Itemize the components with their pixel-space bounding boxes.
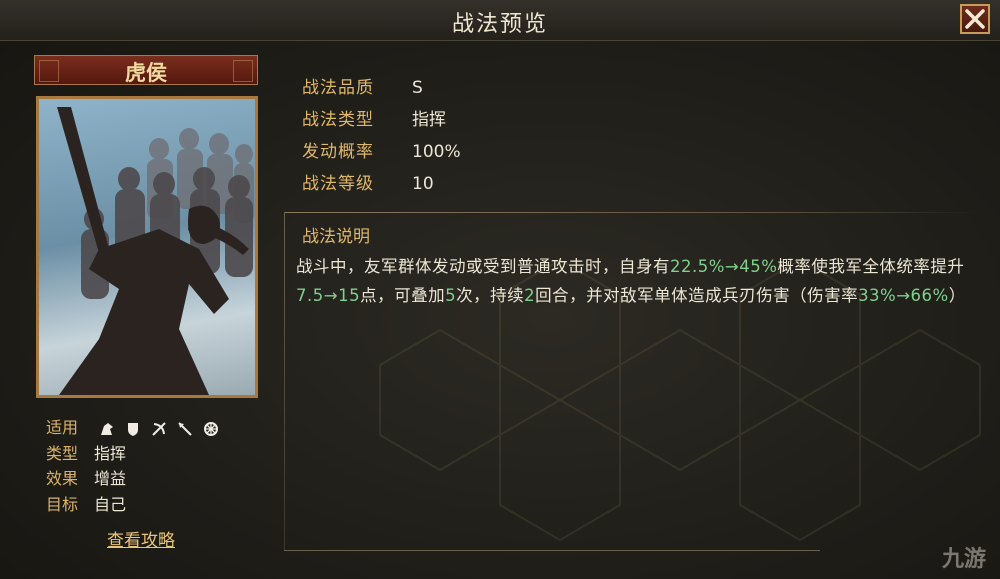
window-title: 战法预览	[451, 12, 548, 37]
skill-attributes: 战法品质 S 战法类型 指挥 发动概率 100% 战法等级 10	[302, 72, 461, 200]
attribute-row-level: 战法等级 10	[302, 168, 461, 200]
skill-name: 虎侯	[125, 61, 167, 85]
close-icon	[965, 9, 985, 29]
desc-text: 次，持续	[456, 286, 525, 305]
cavalry-icon	[99, 421, 115, 437]
info-type-row: 类型 指挥	[46, 440, 246, 464]
section-divider	[284, 212, 978, 213]
desc-highlight: 5	[445, 286, 457, 305]
desc-text: 概率使我军全体统率提升	[777, 257, 965, 276]
desc-highlight: 7.5→15	[296, 286, 361, 305]
skill-description: 战斗中，友军群体发动或受到普通攻击时，自身有22.5%→45%概率使我军全体统率…	[296, 252, 968, 310]
chariot-icon	[203, 421, 219, 437]
title-bar: 战法预览	[0, 0, 1000, 41]
info-key: 适用	[46, 418, 79, 437]
attribute-value: 指挥	[412, 110, 446, 130]
shield-icon	[125, 421, 141, 437]
info-key: 目标	[46, 495, 79, 514]
desc-highlight: 2	[524, 286, 536, 305]
info-effect-row: 效果 增益	[46, 465, 246, 489]
attribute-row-quality: 战法品质 S	[302, 72, 461, 104]
attribute-key: 战法等级	[302, 174, 374, 194]
attribute-key: 发动概率	[302, 142, 374, 162]
attribute-row-rate: 发动概率 100%	[302, 136, 461, 168]
site-watermark: 九游	[941, 547, 986, 572]
skill-portrait	[36, 96, 258, 398]
info-value: 指挥	[94, 444, 127, 463]
description-title: 战法说明	[302, 227, 370, 247]
archer-icon	[151, 421, 167, 437]
attribute-row-type: 战法类型 指挥	[302, 104, 461, 136]
view-guide-link[interactable]: 查看攻略	[107, 526, 175, 551]
desc-text: 点，可叠加	[360, 286, 446, 305]
spear-icon	[177, 421, 193, 437]
close-button[interactable]	[960, 4, 990, 34]
desc-text: ）	[948, 286, 966, 305]
info-applicable-row: 适用	[46, 414, 246, 438]
desc-highlight: 33%→66%	[858, 286, 949, 305]
info-value: 增益	[94, 469, 127, 488]
info-value: 自己	[94, 495, 127, 514]
attribute-key: 战法类型	[302, 110, 374, 130]
troop-type-icons	[99, 421, 219, 437]
attribute-value: 10	[412, 174, 434, 194]
attribute-key: 战法品质	[302, 78, 374, 98]
attribute-value: S	[412, 78, 423, 98]
warrior-silhouette	[57, 107, 254, 395]
desc-text: 战斗中，友军群体发动或受到普通攻击时，自身有	[296, 257, 670, 276]
attribute-value: 100%	[412, 142, 461, 162]
panel-border-bottom	[284, 550, 820, 551]
general-name-bar: 虎侯	[34, 55, 258, 85]
panel-border-left	[284, 212, 285, 550]
desc-text: 回合，并对敌军单体造成兵刃伤害（伤害率	[535, 286, 859, 305]
desc-highlight: 22.5%→45%	[670, 257, 778, 276]
info-key: 类型	[46, 444, 79, 463]
info-target-row: 目标 自己	[46, 491, 246, 515]
info-key: 效果	[46, 469, 79, 488]
